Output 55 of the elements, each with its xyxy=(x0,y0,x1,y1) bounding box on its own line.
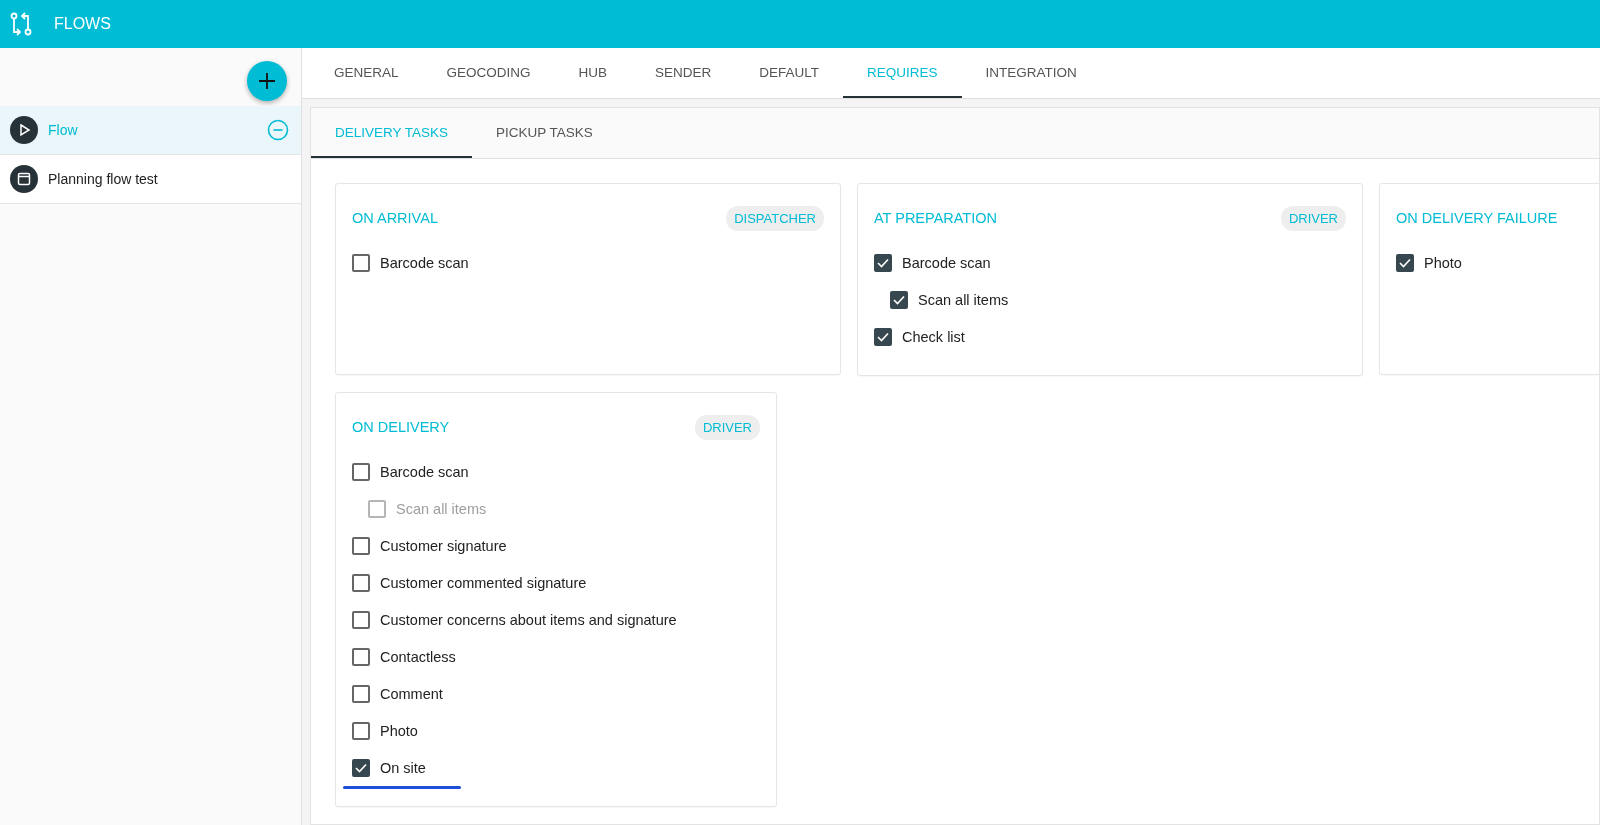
sidebar-item-label: Planning flow test xyxy=(48,171,159,187)
tab[interactable]: PICKUP TASKS xyxy=(472,108,617,158)
card-title: ON DELIVERY xyxy=(352,419,450,435)
check-icon xyxy=(877,257,889,268)
calendar-icon xyxy=(10,165,38,193)
checkbox[interactable] xyxy=(1396,253,1414,272)
tab[interactable]: INTEGRATION xyxy=(961,48,1101,98)
checkbox[interactable] xyxy=(352,536,370,555)
checkbox[interactable] xyxy=(874,327,892,346)
add-button[interactable] xyxy=(247,61,287,101)
checkbox-label: Customer concerns about items and signature xyxy=(380,611,677,628)
checkbox[interactable] xyxy=(352,721,370,740)
tab[interactable]: HUB xyxy=(554,48,632,98)
checkbox-label: Customer signature xyxy=(380,537,507,554)
tab[interactable]: SENDER xyxy=(631,48,736,98)
plus-icon xyxy=(258,72,276,90)
checkbox[interactable] xyxy=(352,253,370,272)
checkbox-label: Barcode scan xyxy=(902,254,991,271)
role-badge: DRIVER xyxy=(1280,205,1346,231)
checkbox[interactable] xyxy=(352,573,370,592)
tab[interactable]: GEOCODING xyxy=(422,48,555,98)
tab[interactable]: DEFAULT xyxy=(735,48,844,98)
card-title: AT PREPARATION xyxy=(874,210,997,226)
checkbox-label: Scan all items xyxy=(396,500,487,517)
checkbox-label: Check list xyxy=(902,328,965,345)
checkbox-label: Customer commented signature xyxy=(380,574,587,591)
checkbox[interactable] xyxy=(352,647,370,666)
role-badge: DISPATCHER xyxy=(726,205,824,231)
checkbox[interactable] xyxy=(352,758,370,777)
checkbox-label: Barcode scan xyxy=(380,254,469,271)
checkbox-label: Photo xyxy=(380,722,418,739)
app-title: FLOWS xyxy=(54,15,111,33)
play-icon xyxy=(10,116,38,144)
checkbox[interactable] xyxy=(352,462,370,481)
tab[interactable]: GENERAL xyxy=(310,48,423,98)
card-title: ON ARRIVAL xyxy=(352,210,438,226)
sidebar-item[interactable]: Planning flow test xyxy=(0,155,301,204)
flow-icon xyxy=(10,12,32,36)
checkbox[interactable] xyxy=(352,684,370,703)
check-icon xyxy=(877,331,889,342)
check-icon xyxy=(1399,257,1411,268)
check-icon xyxy=(355,762,367,773)
checkbox[interactable] xyxy=(874,253,892,272)
checkbox-label: Barcode scan xyxy=(380,463,469,480)
role-badge: DRIVER xyxy=(694,414,760,440)
checkbox-label: Scan all items xyxy=(918,291,1009,308)
checkbox[interactable] xyxy=(890,290,908,309)
sidebar-item-label: Flow xyxy=(48,122,79,138)
checkbox-label: On site xyxy=(380,759,426,776)
checkbox-label: Comment xyxy=(380,685,443,702)
check-icon xyxy=(893,294,905,305)
checkbox-label: Contactless xyxy=(380,648,456,665)
card-title: ON DELIVERY FAILURE xyxy=(1396,210,1558,226)
checkbox-label: Photo xyxy=(1424,254,1462,271)
checkbox[interactable] xyxy=(352,610,370,629)
